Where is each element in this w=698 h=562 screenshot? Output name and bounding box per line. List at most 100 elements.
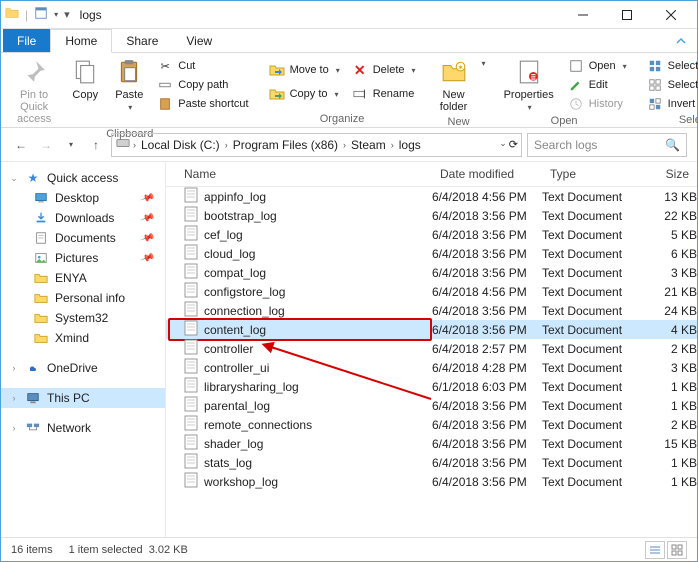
breadcrumb[interactable]: Program Files (x86): [230, 138, 341, 152]
view-icons-button[interactable]: [667, 541, 687, 559]
search-icon: 🔍: [665, 138, 680, 152]
text-file-icon: [184, 187, 198, 206]
collapse-ribbon-button[interactable]: [665, 29, 697, 52]
copy-to-button[interactable]: Copy to▾: [265, 85, 344, 103]
file-row[interactable]: controller_ui6/4/2018 4:28 PMText Docume…: [166, 358, 697, 377]
refresh-button[interactable]: ⟳: [509, 138, 518, 151]
text-file-icon: [184, 434, 198, 453]
tab-file[interactable]: File: [3, 29, 50, 52]
tab-view[interactable]: View: [172, 29, 226, 52]
file-row[interactable]: parental_log6/4/2018 3:56 PMText Documen…: [166, 396, 697, 415]
cut-button[interactable]: ✂Cut: [153, 57, 252, 75]
close-button[interactable]: [649, 1, 693, 29]
file-row[interactable]: content_log6/4/2018 3:56 PMText Document…: [166, 320, 697, 339]
sidebar-item[interactable]: System32: [1, 308, 165, 328]
text-file-icon: [184, 339, 198, 358]
sidebar-item[interactable]: Documents📌: [1, 228, 165, 248]
sidebar-item[interactable]: Pictures📌: [1, 248, 165, 268]
breadcrumb[interactable]: logs: [396, 138, 424, 152]
file-row[interactable]: appinfo_log6/4/2018 4:56 PMText Document…: [166, 187, 697, 206]
paste-shortcut-button[interactable]: Paste shortcut: [153, 95, 252, 113]
tab-share[interactable]: Share: [112, 29, 172, 52]
recent-dropdown[interactable]: ▾: [61, 135, 81, 155]
copy-path-icon: [157, 77, 173, 93]
col-type[interactable]: Type: [542, 162, 642, 186]
open-button[interactable]: Open▾: [564, 57, 631, 75]
cut-icon: ✂: [157, 58, 173, 74]
text-file-icon: [184, 377, 198, 396]
group-organize: Move to▾ Copy to▾ ✕Delete▾ Rename Organi…: [259, 53, 426, 127]
view-details-button[interactable]: [645, 541, 665, 559]
search-input[interactable]: Search logs 🔍: [527, 133, 687, 157]
file-row[interactable]: workshop_log6/4/2018 3:56 PMText Documen…: [166, 472, 697, 491]
sidebar-item[interactable]: Downloads📌: [1, 208, 165, 228]
copy-path-button[interactable]: Copy path: [153, 76, 252, 94]
delete-icon: ✕: [352, 62, 368, 78]
group-open: Properties▾ Open▾ Edit History Open: [492, 53, 637, 127]
addr-dropdown[interactable]: ⌄: [499, 138, 507, 151]
status-bar: 16 items 1 item selected 3.02 KB: [1, 537, 697, 561]
pin-to-quick-access-button[interactable]: Pin to Quick access: [7, 55, 61, 127]
sidebar-this-pc[interactable]: › This PC: [1, 388, 165, 408]
properties-button[interactable]: Properties▾: [498, 55, 560, 114]
new-item-dropdown[interactable]: ▾: [482, 59, 486, 68]
file-row[interactable]: controller6/4/2018 2:57 PMText Document2…: [166, 339, 697, 358]
copy-button[interactable]: Copy: [65, 55, 105, 103]
rename-icon: [352, 86, 368, 102]
file-row[interactable]: librarysharing_log6/1/2018 6:03 PMText D…: [166, 377, 697, 396]
up-button[interactable]: ↑: [86, 135, 106, 155]
pin-icon: 📌: [139, 190, 155, 205]
text-file-icon: [184, 282, 198, 301]
network-icon: [25, 420, 41, 436]
paste-button[interactable]: Paste▾: [109, 55, 149, 114]
file-row[interactable]: shader_log6/4/2018 3:56 PMText Document1…: [166, 434, 697, 453]
breadcrumb[interactable]: Steam: [348, 138, 389, 152]
file-row[interactable]: stats_log6/4/2018 3:56 PMText Document1 …: [166, 453, 697, 472]
folder-icon: [33, 330, 49, 346]
text-file-icon: [184, 415, 198, 434]
tab-home[interactable]: Home: [50, 29, 112, 53]
sidebar-item[interactable]: Personal info: [1, 288, 165, 308]
sidebar-item[interactable]: Desktop📌: [1, 188, 165, 208]
select-all-icon: [647, 58, 663, 74]
folder-icon: [33, 290, 49, 306]
history-button[interactable]: History: [564, 95, 631, 113]
sidebar-onedrive[interactable]: › OneDrive: [1, 358, 165, 378]
col-size[interactable]: Size: [642, 162, 697, 186]
new-folder-button[interactable]: ✶ New folder: [432, 55, 476, 115]
forward-button[interactable]: →: [36, 135, 56, 155]
qat-overflow[interactable]: ▾: [64, 8, 70, 21]
rename-button[interactable]: Rename: [348, 85, 420, 103]
invert-selection-button[interactable]: Invert selection: [643, 95, 698, 113]
maximize-button[interactable]: [605, 1, 649, 29]
breadcrumb[interactable]: Local Disk (C:): [138, 138, 223, 152]
file-row[interactable]: cloud_log6/4/2018 3:56 PMText Document6 …: [166, 244, 697, 263]
sidebar-network[interactable]: › Network: [1, 418, 165, 438]
col-date[interactable]: Date modified: [432, 162, 542, 186]
edit-button[interactable]: Edit: [564, 76, 631, 94]
sidebar-item[interactable]: Xmind: [1, 328, 165, 348]
qat-dropdown[interactable]: ▾: [54, 10, 58, 19]
file-row[interactable]: compat_log6/4/2018 3:56 PMText Document3…: [166, 263, 697, 282]
select-all-button[interactable]: Select all: [643, 57, 698, 75]
qat-properties-icon[interactable]: [34, 6, 48, 23]
sidebar-item[interactable]: ENYA: [1, 268, 165, 288]
minimize-button[interactable]: [561, 1, 605, 29]
invert-icon: [647, 96, 663, 112]
file-row[interactable]: remote_connections6/4/2018 3:56 PMText D…: [166, 415, 697, 434]
pin-icon: 📌: [139, 210, 155, 225]
move-to-button[interactable]: Move to▾: [265, 61, 344, 79]
address-bar[interactable]: › Local Disk (C:)› Program Files (x86)› …: [111, 133, 522, 157]
file-row[interactable]: configstore_log6/4/2018 4:56 PMText Docu…: [166, 282, 697, 301]
pin-icon: [18, 57, 50, 87]
move-to-icon: [269, 62, 285, 78]
select-none-button[interactable]: Select none: [643, 76, 698, 94]
status-count: 16 items: [11, 544, 53, 556]
delete-button[interactable]: ✕Delete▾: [348, 61, 420, 79]
file-row[interactable]: cef_log6/4/2018 3:56 PMText Document5 KB: [166, 225, 697, 244]
back-button[interactable]: ←: [11, 135, 31, 155]
col-name[interactable]: Name: [166, 162, 432, 186]
ribbon-tabs: File Home Share View: [1, 29, 697, 53]
file-row[interactable]: bootstrap_log6/4/2018 3:56 PMText Docume…: [166, 206, 697, 225]
sidebar-quick-access[interactable]: ⌄★ Quick access: [1, 168, 165, 188]
